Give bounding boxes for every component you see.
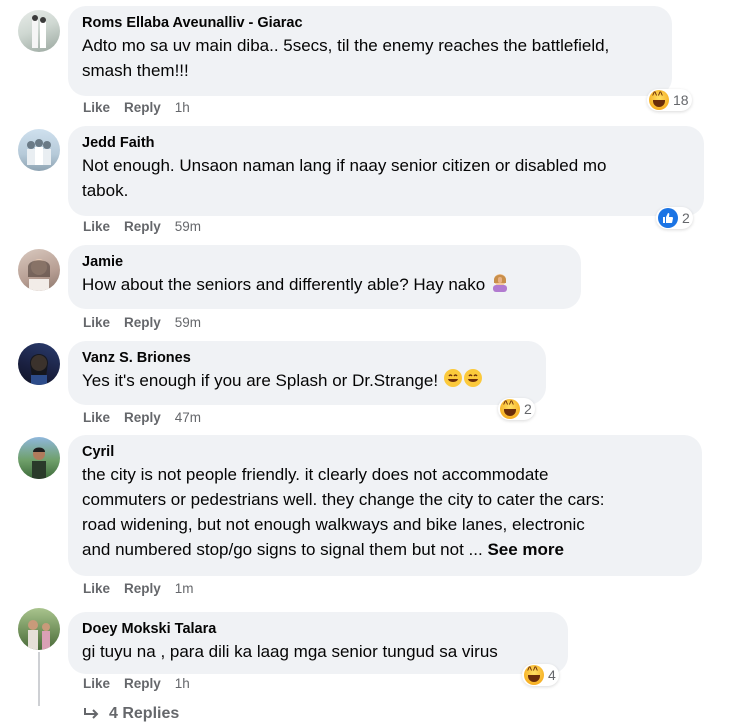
comment-timestamp[interactable]: 1h (175, 100, 190, 115)
woman-facepalming-emoji-icon (490, 272, 510, 299)
comment-timestamp[interactable]: 59m (175, 219, 201, 234)
comment-text: Yes it's enough if you are Splash or Dr.… (82, 368, 532, 395)
comment-bubble: Jedd Faith Not enough. Unsaon naman lang… (68, 126, 704, 216)
like-button[interactable]: Like (83, 219, 110, 234)
comment-text-line: Not enough. Unsaon naman lang if naay se… (82, 156, 607, 175)
haha-reaction-icon (649, 90, 669, 110)
reaction-summary[interactable]: 4 (522, 664, 559, 686)
comment-text-line: smash them!!! (82, 61, 189, 80)
comment-text-line: How about the seniors and differently ab… (82, 275, 486, 294)
avatar-photo-icon (30, 354, 48, 385)
reply-button[interactable]: Reply (124, 315, 161, 330)
comment-text-line: road widening, but not enough walkways a… (82, 515, 585, 534)
grinning-face-emoji-icon (463, 368, 483, 395)
comment-author[interactable]: Vanz S. Briones (82, 348, 532, 368)
comment-bubble: Doey Mokski Talara gi tuyu na , para dil… (68, 612, 568, 674)
haha-reaction-icon (524, 665, 544, 685)
reply-button[interactable]: Reply (124, 581, 161, 596)
grinning-face-emoji-icon (443, 368, 463, 395)
comment-author[interactable]: Roms Ellaba Aveunalliv - Giarac (82, 13, 658, 33)
comment-actions: Like Reply 47m (83, 410, 201, 425)
like-button[interactable]: Like (83, 100, 110, 115)
reaction-count: 2 (524, 401, 532, 417)
like-reaction-icon (658, 208, 678, 228)
comment-text-line: tabok. (82, 181, 129, 200)
reply-button[interactable]: Reply (124, 219, 161, 234)
comment-author[interactable]: Cyril (82, 442, 688, 462)
comment-actions: Like Reply 1h (83, 100, 190, 115)
comment-timestamp[interactable]: 1m (175, 581, 194, 596)
haha-reaction-icon (500, 399, 520, 419)
comment-author[interactable]: Jedd Faith (82, 133, 690, 153)
comment-actions: Like Reply 59m (83, 315, 201, 330)
reaction-count: 18 (673, 92, 689, 108)
comment-bubble: Vanz S. Briones Yes it's enough if you a… (68, 341, 546, 405)
avatar[interactable] (18, 343, 60, 385)
comment-author[interactable]: Jamie (82, 252, 567, 272)
avatar-photo-icon (28, 620, 50, 650)
reply-arrow-icon (84, 708, 99, 719)
comment-text-line: Yes it's enough if you are Splash or Dr.… (82, 371, 439, 390)
comment-actions: Like Reply 1h (83, 676, 190, 691)
avatar-photo-icon (28, 259, 50, 291)
comment-text-line: Adto mo sa uv main diba.. 5secs, til the… (82, 36, 610, 55)
reply-button[interactable]: Reply (124, 410, 161, 425)
comment-timestamp[interactable]: 47m (175, 410, 201, 425)
comment-text-line: gi tuyu na , para dili ka laag mga senio… (82, 642, 498, 661)
avatar[interactable] (18, 249, 60, 291)
comment-timestamp[interactable]: 59m (175, 315, 201, 330)
like-button[interactable]: Like (83, 676, 110, 691)
comment-bubble: Cyril the city is not people friendly. i… (68, 435, 702, 576)
reply-button[interactable]: Reply (124, 676, 161, 691)
avatar-photo-icon (32, 15, 46, 48)
reaction-summary[interactable]: 2 (656, 207, 693, 229)
reaction-count: 4 (548, 667, 556, 683)
reply-button[interactable]: Reply (124, 100, 161, 115)
avatar-photo-icon (27, 139, 51, 165)
comment-text-line: the city is not people friendly. it clea… (82, 465, 549, 484)
comment-bubble: Roms Ellaba Aveunalliv - Giarac Adto mo … (68, 6, 672, 96)
avatar[interactable] (18, 608, 60, 650)
like-button[interactable]: Like (83, 315, 110, 330)
comment-author[interactable]: Doey Mokski Talara (82, 619, 554, 639)
reaction-count: 2 (682, 210, 690, 226)
comment-actions: Like Reply 59m (83, 219, 201, 234)
comment-timestamp[interactable]: 1h (175, 676, 190, 691)
view-replies-label: 4 Replies (109, 705, 180, 722)
avatar[interactable] (18, 437, 60, 479)
see-more-link[interactable]: See more (487, 540, 564, 559)
like-button[interactable]: Like (83, 581, 110, 596)
comment-text: and numbered stop/go signs to signal the… (82, 537, 688, 562)
comment-actions: Like Reply 1m (83, 581, 194, 596)
comment-text-line: commuters or pedestrians well. they chan… (82, 490, 605, 509)
avatar[interactable] (18, 129, 60, 171)
like-button[interactable]: Like (83, 410, 110, 425)
avatar[interactable] (18, 10, 60, 52)
reaction-summary[interactable]: 2 (498, 398, 535, 420)
comment-text: How about the seniors and differently ab… (82, 272, 567, 299)
view-replies-button[interactable]: 4 Replies (83, 705, 179, 723)
thread-connector-line (38, 652, 40, 706)
comment-text-line: and numbered stop/go signs to signal the… (82, 540, 483, 559)
comment-bubble: Jamie How about the seniors and differen… (68, 245, 581, 309)
reaction-summary[interactable]: 18 (647, 89, 692, 111)
avatar-photo-icon (32, 447, 46, 479)
